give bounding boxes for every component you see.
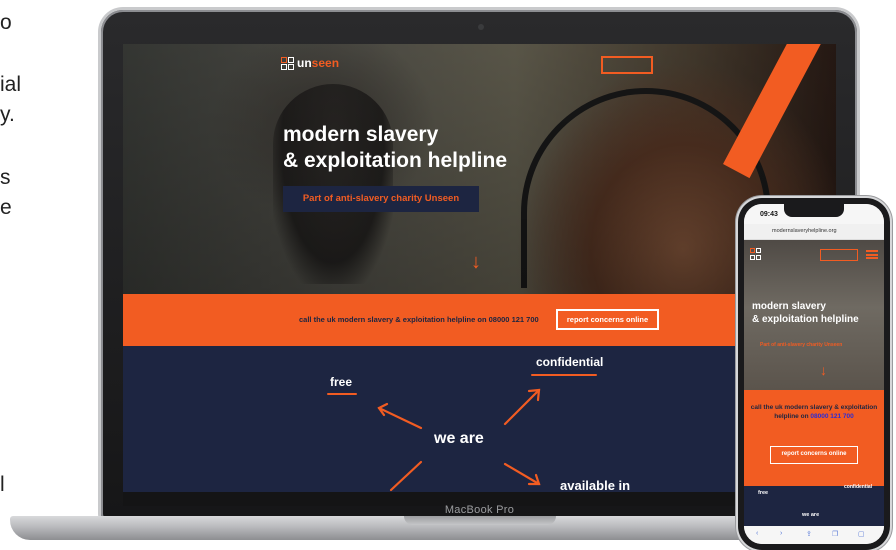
confidential-underline [531, 374, 597, 376]
macbook-label: MacBook Pro [444, 504, 515, 516]
phone-time: 09:43 [760, 211, 778, 218]
phone-we-are-section: free confidential we are [744, 484, 884, 526]
we-are-section: free confidential we are available in [123, 346, 836, 492]
report-concerns-button[interactable]: report concerns online [556, 309, 659, 330]
side-copy-line: s [0, 166, 11, 189]
arrow-to-free [377, 406, 423, 430]
phone-helpline-band: call the uk modern slavery & exploitatio… [744, 390, 884, 486]
charity-tagline-button[interactable]: Part of anti-slavery charity Unseen [283, 186, 479, 212]
phone-url-text: modernslaveryhelpline.org [772, 228, 837, 234]
word-confidential: confidential [536, 355, 604, 369]
hero-headline: modern slavery & exploitation helpline [283, 123, 508, 172]
donate-button[interactable] [601, 56, 653, 74]
side-copy-line: e [0, 196, 12, 219]
logo-text: unseen [297, 56, 340, 70]
arrow-to-confidential [503, 388, 541, 426]
arrows-graphic [377, 388, 541, 492]
phone-tagline[interactable]: Part of anti-slavery charity Unseen [760, 342, 842, 348]
laptop-screen: unseen modern slavery & exploitation hel… [123, 44, 836, 492]
phone-word-confidential: confidential [844, 484, 873, 490]
phone-headline: modern slavery & exploitation helpline [752, 301, 859, 325]
phone-word-we-are: we are [802, 512, 820, 518]
camera-icon [478, 24, 484, 30]
tabs-icon[interactable]: ▢ [858, 530, 865, 538]
share-icon[interactable]: ⇪ [806, 530, 812, 538]
word-we-are: we are [434, 430, 484, 447]
logo-icon [281, 56, 294, 70]
phone-helpline-text: call the uk modern slavery & exploitatio… [750, 404, 878, 420]
phone-notch [784, 204, 844, 217]
phone-report-concerns-button[interactable]: report concerns online [770, 446, 858, 464]
word-free: free [330, 375, 353, 389]
hamburger-menu-icon[interactable] [866, 250, 878, 259]
phone-screen: 09:43 modernslaveryhelpline.org modern s… [744, 204, 884, 544]
site-logo[interactable]: unseen [281, 56, 339, 70]
phone-down-arrow-icon[interactable]: ↓ [820, 362, 827, 378]
side-copy-line: o [0, 11, 12, 34]
side-copy-line: y. [0, 103, 15, 126]
scroll-down-arrow-icon[interactable]: ↓ [471, 252, 481, 272]
free-underline [327, 393, 357, 395]
helpline-text: call the uk modern slavery & exploitatio… [299, 315, 539, 324]
helpline-band: call the uk modern slavery & exploitatio… [123, 294, 836, 346]
phone-hero: modern slavery & exploitation helpline P… [744, 240, 884, 390]
arrow-to-available [503, 462, 541, 486]
phone-browser-toolbar: ‹ › ⇪ ❐ ▢ [744, 526, 884, 544]
side-copy-line: l [0, 473, 5, 496]
phone-word-free: free [758, 490, 769, 496]
bookmarks-icon[interactable]: ❐ [832, 530, 838, 538]
phone-donate-button[interactable] [820, 249, 858, 261]
device-mockup-scene: o ial y. s e l unseen modern slavery & e… [0, 0, 896, 550]
laptop-notch [404, 516, 556, 525]
word-available: available in [560, 478, 631, 492]
arrow-to-bottom-left [389, 460, 423, 492]
phone-logo-icon[interactable] [750, 248, 762, 260]
side-copy-line: ial [0, 73, 22, 96]
forward-icon[interactable]: › [780, 530, 782, 537]
phone-helpline-number[interactable]: 08000 121 700 [810, 413, 853, 420]
back-icon[interactable]: ‹ [756, 530, 758, 537]
phone-address-bar[interactable]: modernslaveryhelpline.org [744, 224, 884, 240]
